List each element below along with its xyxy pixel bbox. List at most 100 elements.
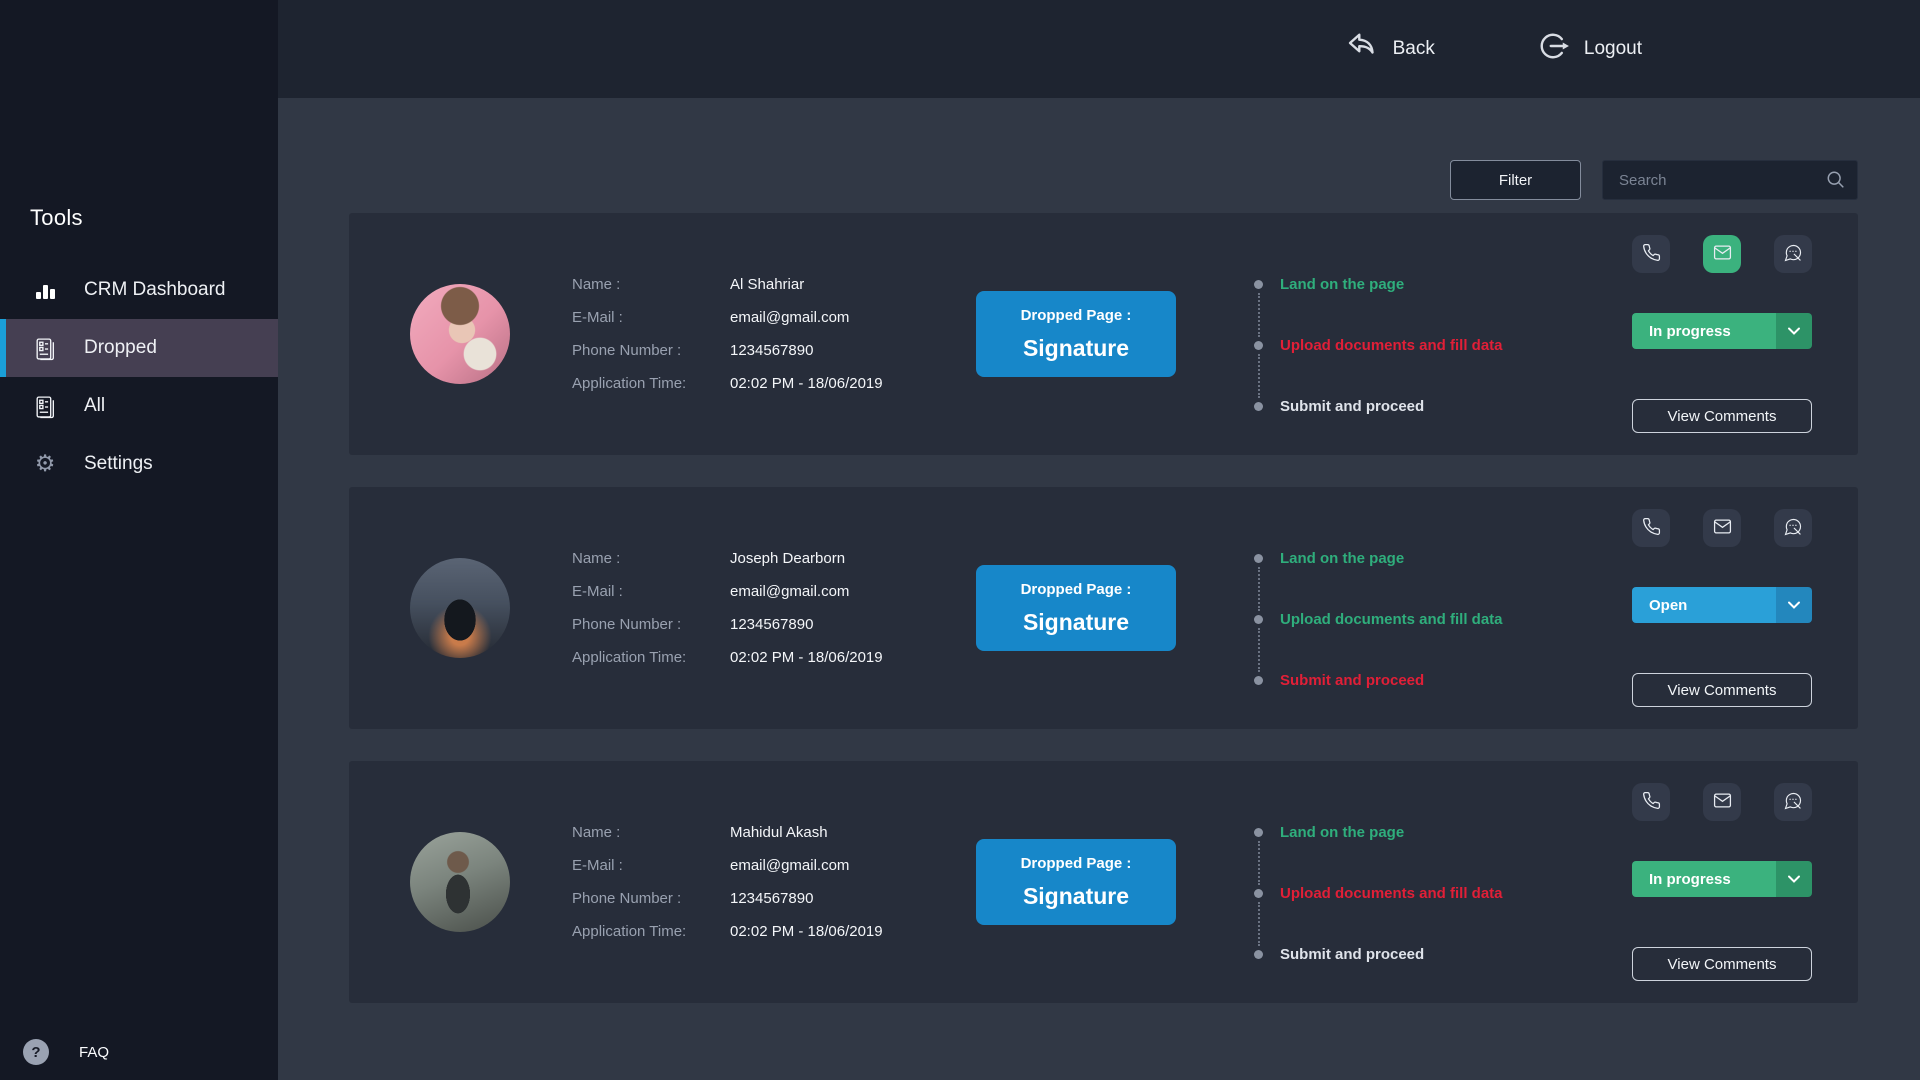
dropped-page-value: Signature (1023, 609, 1129, 636)
sidebar-nav: CRM Dashboard Dropped (0, 261, 278, 493)
status-dropdown[interactable]: In progress (1632, 861, 1812, 897)
contact-actions (1632, 509, 1812, 547)
logout-button[interactable]: Logout (1529, 27, 1648, 71)
search-icon (1826, 170, 1846, 195)
faq-label: FAQ (79, 1044, 109, 1061)
email-button[interactable] (1703, 783, 1741, 821)
back-label: Back (1393, 38, 1435, 60)
contact-actions (1632, 235, 1812, 273)
mail-icon (1713, 243, 1732, 265)
sidebar-item-label: Dropped (84, 337, 157, 359)
step-bullet-icon (1254, 889, 1263, 898)
step-bullet-icon (1254, 828, 1263, 837)
email-button[interactable] (1703, 235, 1741, 273)
gear-icon: ⚙ (30, 453, 60, 476)
step-label: Upload documents and fill data (1280, 337, 1503, 354)
phone-label: Phone Number : (572, 342, 730, 359)
sidebar-title: Tools (0, 0, 278, 231)
phone-icon (1642, 243, 1661, 265)
step-label: Upload documents and fill data (1280, 885, 1503, 902)
phone-icon (1642, 517, 1661, 539)
card-actions: In progress View Comments (1632, 783, 1812, 981)
step-label: Land on the page (1280, 276, 1404, 293)
back-button[interactable]: Back (1338, 27, 1441, 71)
search-box (1602, 160, 1858, 200)
sidebar: Tools CRM Dashboard Dropped (0, 0, 278, 1080)
dropped-page-label: Dropped Page : (1021, 581, 1132, 598)
email-label: E-Mail : (572, 857, 730, 874)
step-label: Land on the page (1280, 824, 1404, 841)
step-item: Upload documents and fill data (1254, 337, 1539, 354)
mail-icon (1713, 517, 1732, 539)
application-time-value: 02:02 PM - 18/06/2019 (730, 649, 902, 666)
step-item: Upload documents and fill data (1254, 611, 1539, 628)
applicant-fields: Name : Mahidul Akash E-Mail : email@gmai… (572, 824, 902, 940)
dropped-page-value: Signature (1023, 335, 1129, 362)
step-bullet-icon (1254, 676, 1263, 685)
application-time-label: Application Time: (572, 649, 730, 666)
mail-icon (1713, 791, 1732, 813)
phone-label: Phone Number : (572, 890, 730, 907)
status-dropdown[interactable]: In progress (1632, 313, 1812, 349)
call-button[interactable] (1632, 509, 1670, 547)
chevron-down-icon[interactable] (1776, 313, 1812, 349)
applicant-card: Name : Mahidul Akash E-Mail : email@gmai… (349, 761, 1858, 1003)
dropped-page-box: Dropped Page : Signature (976, 565, 1176, 651)
dropped-page-box: Dropped Page : Signature (976, 839, 1176, 925)
search-input[interactable] (1602, 160, 1858, 200)
step-connector (1258, 628, 1540, 672)
application-time-value: 02:02 PM - 18/06/2019 (730, 923, 902, 940)
sidebar-item-all[interactable]: All (0, 377, 278, 435)
status-dropdown[interactable]: Open (1632, 587, 1812, 623)
status-label: In progress (1632, 313, 1776, 349)
email-value: email@gmail.com (730, 309, 902, 326)
status-label: In progress (1632, 861, 1776, 897)
status-label: Open (1632, 587, 1776, 623)
phone-value: 1234567890 (730, 342, 902, 359)
name-label: Name : (572, 550, 730, 567)
comment-button[interactable] (1774, 783, 1812, 821)
sidebar-item-dropped[interactable]: Dropped (0, 319, 278, 377)
email-button[interactable] (1703, 509, 1741, 547)
comment-button[interactable] (1774, 509, 1812, 547)
card-actions: In progress View Comments (1632, 235, 1812, 433)
comment-button[interactable] (1774, 235, 1812, 273)
application-time-value: 02:02 PM - 18/06/2019 (730, 375, 902, 392)
filter-button[interactable]: Filter (1450, 160, 1581, 200)
sidebar-item-faq[interactable]: ? FAQ (23, 1039, 109, 1065)
logout-label: Logout (1584, 38, 1642, 60)
view-comments-button[interactable]: View Comments (1632, 673, 1812, 707)
toolbar: Filter (278, 160, 1858, 200)
email-label: E-Mail : (572, 309, 730, 326)
step-item: Land on the page (1254, 824, 1539, 841)
step-label: Submit and proceed (1280, 672, 1424, 689)
chevron-down-icon[interactable] (1776, 587, 1812, 623)
sidebar-item-settings[interactable]: ⚙ Settings (0, 435, 278, 493)
sidebar-item-label: Settings (84, 453, 153, 475)
main-content: Filter Name : Al Shahriar E-Mail : email… (278, 98, 1920, 1080)
chat-edit-icon (1783, 243, 1803, 266)
call-button[interactable] (1632, 235, 1670, 273)
dropped-page-label: Dropped Page : (1021, 307, 1132, 324)
phone-label: Phone Number : (572, 616, 730, 633)
step-connector (1258, 841, 1540, 885)
applicant-card-list: Name : Al Shahriar E-Mail : email@gmail.… (349, 213, 1858, 1003)
applicant-avatar (410, 558, 510, 658)
sidebar-item-label: All (84, 395, 105, 417)
step-item: Land on the page (1254, 276, 1539, 293)
applicant-fields: Name : Joseph Dearborn E-Mail : email@gm… (572, 550, 902, 666)
view-comments-button[interactable]: View Comments (1632, 399, 1812, 433)
sidebar-item-crm-dashboard[interactable]: CRM Dashboard (0, 261, 278, 319)
chevron-down-icon[interactable] (1776, 861, 1812, 897)
call-button[interactable] (1632, 783, 1670, 821)
chat-edit-icon (1783, 791, 1803, 814)
name-label: Name : (572, 824, 730, 841)
step-bullet-icon (1254, 950, 1263, 959)
dropped-page-box: Dropped Page : Signature (976, 291, 1176, 377)
name-value: Joseph Dearborn (730, 550, 902, 567)
applicant-avatar (410, 832, 510, 932)
progress-steps: Land on the page Upload documents and fi… (1254, 276, 1539, 415)
view-comments-button[interactable]: View Comments (1632, 947, 1812, 981)
dropped-page-label: Dropped Page : (1021, 855, 1132, 872)
journal-icon (30, 394, 60, 419)
